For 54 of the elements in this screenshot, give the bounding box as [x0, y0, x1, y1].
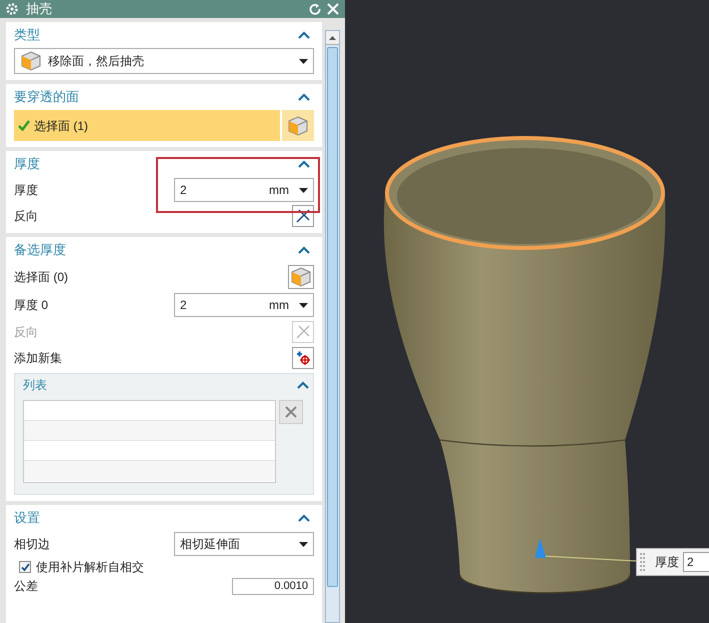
reverse-arrows-icon — [295, 208, 311, 224]
reverse-arrows-icon — [295, 324, 311, 340]
cube-icon — [287, 114, 309, 136]
reverse-label: 反向 — [14, 208, 38, 225]
dropdown-arrow-icon — [299, 542, 308, 546]
tolerance-field[interactable]: 0.0010 — [232, 578, 314, 594]
thickness-label: 厚度 — [655, 554, 679, 571]
collapse-caret-icon[interactable] — [297, 381, 309, 389]
thickness-field[interactable]: 2 mm — [174, 178, 314, 202]
scrollbar[interactable] — [325, 30, 340, 623]
direction-cone-icon — [535, 538, 546, 558]
thickness-label: 厚度 — [14, 182, 38, 199]
drag-handle-icon[interactable] — [640, 552, 645, 572]
dropdown-arrow-icon — [299, 188, 308, 192]
delete-x-icon — [284, 405, 298, 419]
select-face-row[interactable]: 选择面 (1) — [14, 110, 280, 141]
cube-icon — [20, 50, 42, 72]
thickness-input[interactable]: 2 — [683, 552, 709, 572]
cube-icon — [290, 266, 312, 288]
section-title: 类型 — [14, 26, 40, 44]
thickness-field[interactable]: 2 mm — [174, 293, 314, 317]
add-crosshair-icon — [295, 350, 311, 366]
add-new-set-button[interactable] — [292, 347, 314, 369]
dropdown-arrow-icon — [299, 302, 308, 308]
reverse-label: 反向 — [14, 324, 38, 341]
dropdown-arrow-icon — [299, 58, 308, 64]
tangent-edge-label: 相切边 — [14, 536, 50, 553]
section-title: 设置 — [14, 509, 40, 528]
type-dropdown[interactable]: 移除面，然后抽壳 — [14, 48, 314, 74]
collapse-caret-icon[interactable] — [298, 246, 310, 254]
close-icon[interactable] — [327, 3, 339, 15]
section-title: 厚度 — [14, 155, 40, 174]
select-face-label: 选择面 (0) — [14, 269, 68, 286]
self-intersect-checkbox[interactable]: 使用补片解析自相交 — [19, 557, 322, 577]
delete-button[interactable] — [279, 400, 303, 424]
collapse-caret-icon[interactable] — [298, 160, 310, 168]
thickness-label: 厚度 0 — [14, 297, 48, 314]
window-title: 抽壳 — [26, 1, 52, 17]
collapse-caret-icon[interactable] — [298, 514, 310, 522]
select-face-button[interactable] — [282, 110, 314, 141]
scroll-up-arrow-icon[interactable] — [329, 36, 336, 40]
select-face-button[interactable] — [288, 265, 314, 289]
tangent-edge-dropdown[interactable]: 相切延伸面 — [174, 532, 314, 556]
tolerance-label: 公差 — [14, 578, 38, 595]
list-title: 列表 — [23, 377, 47, 394]
section-title: 备选厚度 — [14, 241, 66, 260]
reverse-direction-button[interactable] — [292, 205, 314, 227]
collapse-caret-icon[interactable] — [298, 93, 310, 101]
checkmark-icon — [20, 562, 30, 572]
reset-icon[interactable] — [309, 3, 321, 15]
gear-icon — [6, 3, 18, 15]
add-set-label: 添加新集 — [14, 350, 62, 367]
section-title: 要穿透的面 — [14, 88, 79, 106]
collapse-caret-icon[interactable] — [298, 31, 310, 39]
